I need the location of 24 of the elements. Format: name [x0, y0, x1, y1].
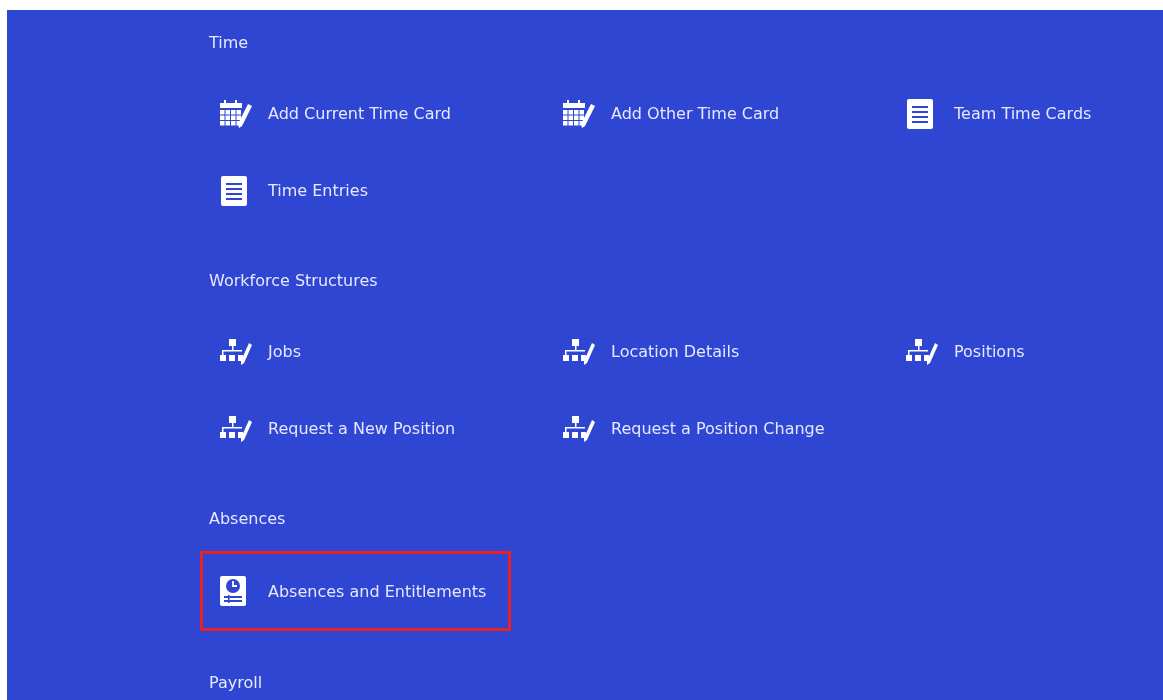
section-heading: Workforce Structures — [209, 270, 378, 292]
menu-link[interactable]: Request a New Position — [200, 390, 481, 467]
menu-link[interactable]: Request a Position Change — [543, 390, 850, 467]
clock-document-icon — [219, 575, 247, 607]
menu-link[interactable]: Absences and Entitlements — [200, 551, 512, 631]
menu-link[interactable]: Location Details — [543, 313, 765, 390]
org-chart-pencil-icon — [562, 414, 596, 443]
section-heading: Absences — [209, 508, 286, 530]
document-icon — [905, 97, 935, 130]
section-heading: Payroll — [209, 672, 263, 694]
menu-link[interactable]: Positions — [886, 313, 1050, 390]
menu-link[interactable]: Add Current Time Card — [200, 75, 476, 152]
org-chart-pencil-icon — [219, 337, 253, 366]
calendar-pencil-icon — [219, 98, 253, 129]
menu-link[interactable]: Team Time Cards — [886, 75, 1117, 152]
calendar-pencil-icon — [562, 98, 596, 129]
org-chart-pencil-icon — [905, 337, 939, 366]
org-chart-pencil-icon — [562, 337, 596, 366]
org-chart-pencil-icon — [219, 414, 253, 443]
menu-link[interactable]: Jobs — [200, 313, 326, 390]
section-heading: Time — [209, 32, 249, 54]
menu-link[interactable]: Time Entries — [200, 152, 393, 229]
menu-link[interactable]: Add Other Time Card — [543, 75, 805, 152]
document-icon — [219, 174, 249, 207]
